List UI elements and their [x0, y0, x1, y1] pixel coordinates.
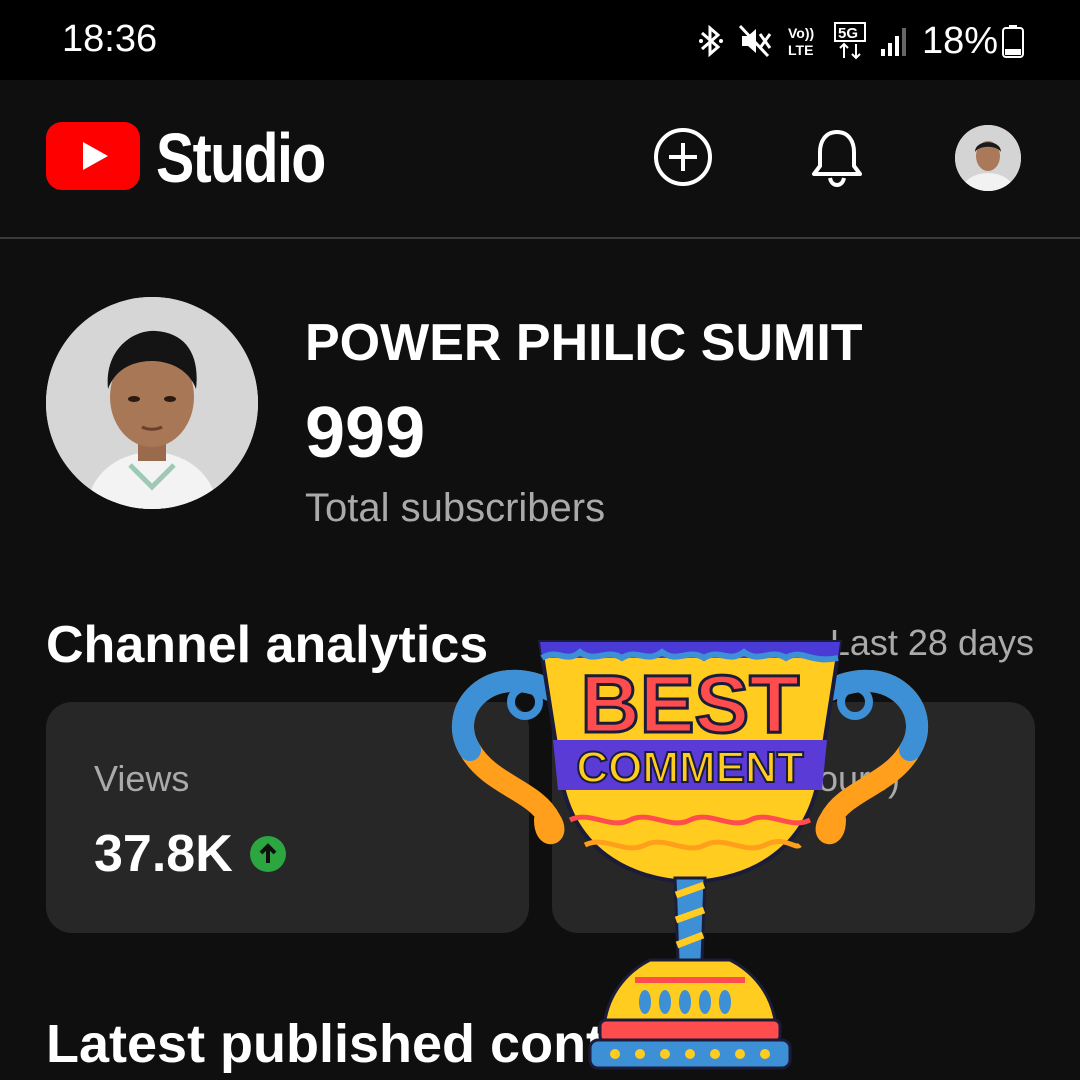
subscriber-count: 999: [305, 393, 426, 473]
channel-avatar[interactable]: [46, 297, 258, 509]
volte-icon: Vo)) LTE: [788, 25, 814, 58]
status-bar: 18:36 Vo)) LTE 5G 18%: [0, 0, 1080, 80]
analytics-title: Channel analytics: [46, 616, 489, 674]
signal-icon: [880, 28, 906, 56]
battery-icon: [1002, 25, 1024, 58]
battery-status: 18%: [922, 20, 1024, 63]
channel-name: POWER PHILIC SUMIT: [305, 314, 863, 372]
svg-text:LTE: LTE: [788, 42, 813, 58]
notifications-bell-icon[interactable]: [806, 126, 868, 188]
app-title: Studio: [156, 119, 326, 197]
sticker-best-text: BEST: [581, 659, 800, 750]
svg-text:Vo)): Vo)): [788, 25, 814, 41]
card-value: 37.8K: [94, 824, 287, 884]
status-icons: Vo)) LTE 5G 18%: [698, 18, 1024, 64]
card-label: Views: [94, 758, 190, 799]
mute-icon: [738, 24, 772, 58]
header-divider: [0, 237, 1080, 239]
views-value: 37.8K: [94, 825, 233, 883]
battery-percent: 18%: [921, 19, 998, 62]
subscriber-label: Total subscribers: [305, 486, 606, 530]
create-icon[interactable]: [652, 126, 714, 188]
5g-icon: 5G: [833, 22, 866, 60]
status-time: 18:36: [62, 18, 158, 60]
trend-up-icon: [249, 836, 286, 872]
bluetooth-icon: [698, 24, 723, 58]
account-avatar[interactable]: [955, 125, 1021, 191]
best-comment-trophy-sticker: BEST COMMENT: [452, 640, 928, 1070]
svg-text:5G: 5G: [838, 25, 858, 42]
sticker-comment-text: COMMENT: [576, 743, 803, 792]
youtube-logo[interactable]: [46, 122, 140, 190]
